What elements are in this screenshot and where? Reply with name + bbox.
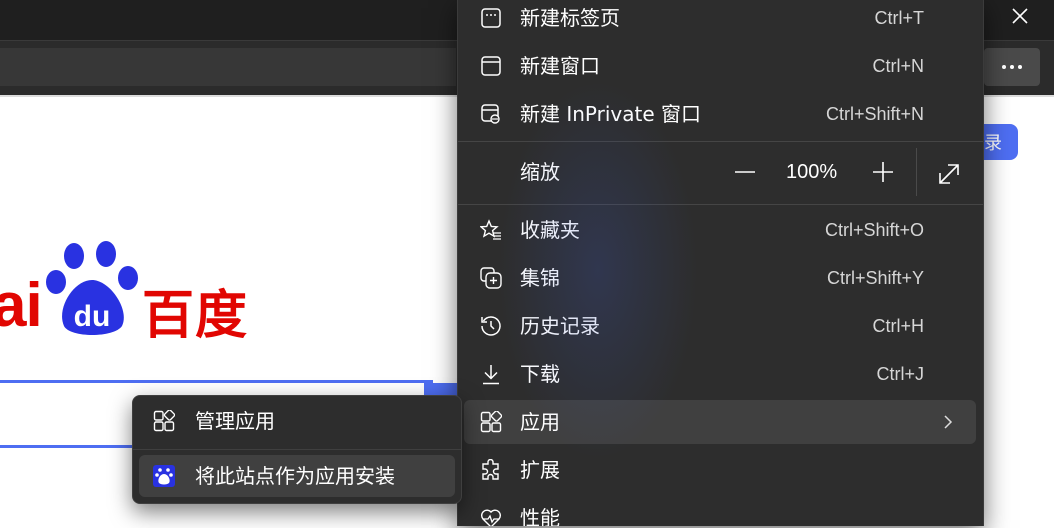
menu-item-label: 应用 xyxy=(520,410,560,434)
zoom-label: 缩放 xyxy=(520,160,560,184)
fullscreen-icon xyxy=(939,164,959,184)
extensions-icon xyxy=(482,459,499,480)
menu-item-label: 收藏夹 xyxy=(520,218,580,242)
chevron-right-icon xyxy=(944,415,953,429)
zoom-divider xyxy=(916,148,917,196)
submenu-item-install-site-as-app[interactable]: 将此站点作为应用安装 xyxy=(139,455,455,497)
apps-submenu: 管理应用 将此站点作为应用安装 xyxy=(132,395,462,504)
menu-item-new-inprivate[interactable]: 新建 InPrivate 窗口 Ctrl+Shift+N xyxy=(464,92,976,136)
menu-item-history[interactable]: 历史记录 Ctrl+H xyxy=(464,304,976,348)
menu-item-label: 新建标签页 xyxy=(520,6,620,30)
download-icon xyxy=(483,365,499,385)
settings-and-more-button[interactable] xyxy=(984,48,1040,86)
menu-item-favorites[interactable]: 收藏夹 Ctrl+Shift+O xyxy=(464,208,976,252)
baidu-site-icon xyxy=(153,465,175,487)
menu-item-new-tab[interactable]: 新建标签页 Ctrl+T xyxy=(464,0,976,40)
menu-item-shortcut: Ctrl+H xyxy=(872,316,924,336)
menu-item-shortcut: Ctrl+Shift+N xyxy=(825,104,924,124)
favorites-icon xyxy=(480,219,501,240)
menu-item-label: 下载 xyxy=(520,362,560,386)
menu-item-shortcut: Ctrl+T xyxy=(874,8,925,28)
settings-menu: 新建标签页 Ctrl+T 新建窗口 Ctrl+N 新建 InPrivate 窗口… xyxy=(457,0,984,526)
menu-item-shortcut: Ctrl+Shift+Y xyxy=(826,268,924,288)
submenu-separator xyxy=(133,449,461,450)
performance-icon xyxy=(480,509,502,526)
menu-separator xyxy=(458,141,983,142)
menu-item-apps[interactable]: 应用 xyxy=(464,400,976,444)
zoom-level: 100% xyxy=(786,161,838,183)
menu-item-shortcut: Ctrl+J xyxy=(876,364,924,384)
close-icon xyxy=(1012,8,1028,24)
zoom-in-button[interactable] xyxy=(868,158,898,186)
zoom-out-button[interactable] xyxy=(730,158,760,186)
menu-item-collections[interactable]: 集锦 Ctrl+Shift+Y xyxy=(464,256,976,300)
submenu-item-label: 将此站点作为应用安装 xyxy=(195,464,395,488)
menu-item-performance[interactable]: 性能 xyxy=(464,496,976,526)
baidu-logo-text: ai xyxy=(0,271,43,340)
menu-item-label: 性能 xyxy=(520,506,560,526)
menu-item-label: 新建窗口 xyxy=(520,54,600,78)
submenu-item-manage-apps[interactable]: 管理应用 xyxy=(139,400,455,442)
menu-item-label: 历史记录 xyxy=(520,314,600,338)
menu-item-shortcut: Ctrl+Shift+O xyxy=(824,220,924,240)
menu-item-extensions[interactable]: 扩展 xyxy=(464,448,976,492)
close-window-button[interactable] xyxy=(1004,2,1036,30)
apps-icon xyxy=(480,411,502,433)
menu-separator xyxy=(458,204,983,205)
menu-item-label: 新建 InPrivate 窗口 xyxy=(520,102,702,126)
new-window-icon xyxy=(481,56,501,76)
new-tab-icon xyxy=(481,8,501,28)
address-bar[interactable] xyxy=(0,48,456,86)
menu-item-new-window[interactable]: 新建窗口 Ctrl+N xyxy=(464,44,976,88)
submenu-item-label: 管理应用 xyxy=(195,409,275,433)
menu-item-label: 集锦 xyxy=(520,266,560,290)
apps-icon xyxy=(153,410,175,432)
history-icon xyxy=(481,316,501,336)
menu-item-downloads[interactable]: 下载 Ctrl+J xyxy=(464,352,976,396)
svg-text:du: du xyxy=(74,300,111,333)
zoom-in-icon xyxy=(873,162,893,182)
more-horizontal-icon xyxy=(1002,65,1022,69)
fullscreen-button[interactable] xyxy=(932,158,966,188)
menu-item-shortcut: Ctrl+N xyxy=(872,56,924,76)
baidu-logo-chinese: 百度 xyxy=(142,286,249,346)
menu-item-label: 扩展 xyxy=(520,458,560,482)
collections-icon xyxy=(480,267,502,289)
zoom-out-icon xyxy=(735,171,755,173)
inprivate-window-icon xyxy=(481,104,500,124)
baidu-paw-logo: du xyxy=(44,240,144,340)
